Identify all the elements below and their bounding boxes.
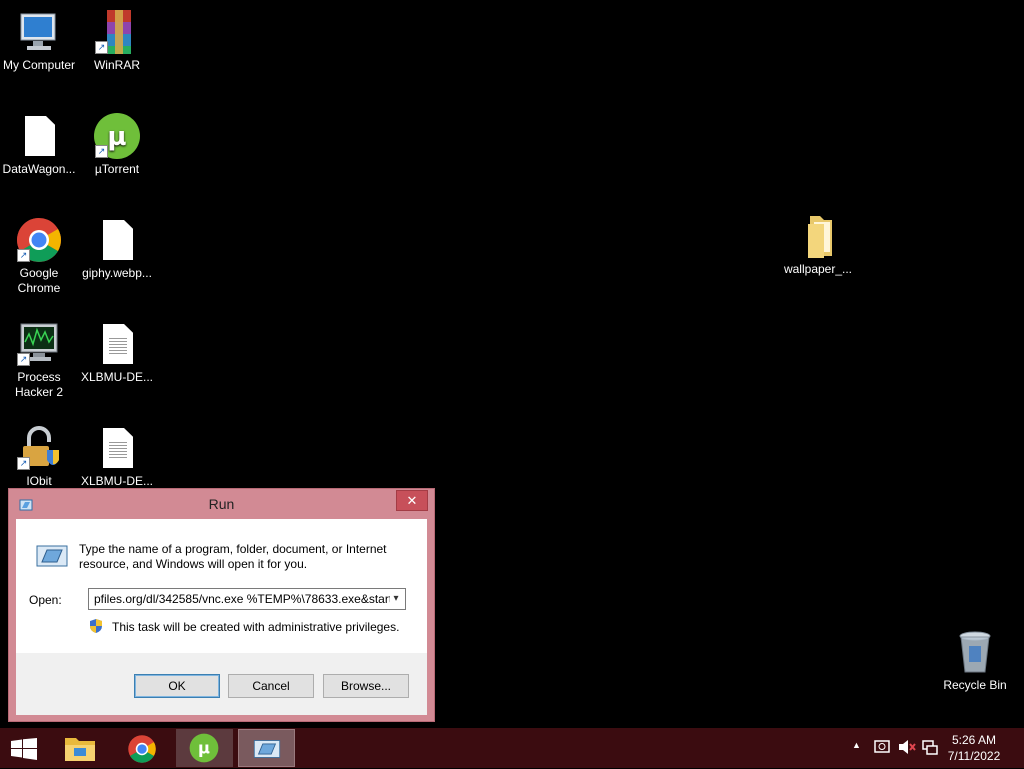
- chevron-down-icon[interactable]: ▾: [387, 589, 405, 609]
- desktop-icon-datawagon[interactable]: DataWagon...: [0, 112, 78, 177]
- desktop-icon-xlbmu-2[interactable]: XLBMU-DE...: [78, 424, 156, 489]
- open-label: Open:: [29, 593, 62, 607]
- desktop-icon-label: WinRAR: [93, 58, 140, 72]
- desktop-icon-label: My Computer: [2, 58, 76, 72]
- clock-time: 5:26 AM: [951, 733, 997, 747]
- desktop-icon-label: IObit: [26, 474, 52, 488]
- shortcut-arrow-icon: ↗: [95, 145, 108, 158]
- winrar-icon: ↗: [93, 8, 141, 56]
- run-icon: [36, 543, 68, 574]
- chrome-icon: [127, 734, 157, 769]
- shortcut-arrow-icon: ↗: [17, 249, 30, 262]
- text-file-icon: [93, 424, 141, 472]
- show-hidden-icons-icon[interactable]: ▲: [852, 740, 861, 750]
- network-status-icon[interactable]: [874, 739, 890, 760]
- recycle-bin-icon: [951, 628, 999, 676]
- taskbar-run[interactable]: [238, 729, 295, 767]
- taskbar-chrome[interactable]: [114, 729, 171, 767]
- shortcut-arrow-icon: ↗: [95, 41, 108, 54]
- shortcut-arrow-icon: ↗: [17, 353, 30, 366]
- taskbar-clock[interactable]: 5:26 AM 7/11/2022: [944, 732, 1004, 764]
- action-center-icon[interactable]: [922, 739, 938, 760]
- close-icon: ✕: [406, 493, 418, 508]
- open-combobox[interactable]: ▾: [88, 588, 406, 610]
- taskbar: µ ▲ 5:26 AM 7/11/2022: [0, 728, 1024, 768]
- clock-date: 7/11/2022: [947, 749, 1001, 763]
- start-icon: [11, 738, 37, 765]
- desktop-icon-label: µTorrent: [94, 162, 140, 176]
- text-file-icon: [93, 320, 141, 368]
- desktop-icon-google-chrome[interactable]: ↗ Google Chrome: [0, 216, 78, 296]
- desktop-icon-wallpaper[interactable]: wallpaper_...: [779, 212, 857, 277]
- blank-file-icon: [93, 216, 141, 264]
- desktop-icon-label: Google Chrome: [17, 266, 61, 295]
- blank-file-icon: [15, 112, 63, 160]
- taskbar-file-explorer[interactable]: [52, 729, 109, 767]
- run-dialog[interactable]: Run ✕ Type the name of a program, folder…: [8, 488, 435, 722]
- uac-shield-icon: [88, 618, 104, 639]
- dialog-description: Type the name of a program, folder, docu…: [79, 542, 387, 571]
- taskbar-utorrent[interactable]: µ: [176, 729, 233, 767]
- file-explorer-icon: [64, 734, 96, 767]
- desktop-icon-utorrent[interactable]: µ ↗ µTorrent: [78, 112, 156, 177]
- desktop-icon-xlbmu-1[interactable]: XLBMU-DE...: [78, 320, 156, 385]
- svg-text:µ: µ: [198, 739, 210, 758]
- desktop-icon-giphy-webp[interactable]: giphy.webp...: [78, 216, 156, 281]
- desktop-icon-my-computer[interactable]: My Computer: [0, 8, 78, 73]
- svg-text:µ: µ: [107, 122, 126, 152]
- folder-icon: [794, 212, 842, 260]
- process-hacker-icon: ↗: [15, 320, 63, 368]
- cancel-button[interactable]: Cancel: [228, 674, 314, 698]
- iobit-unlocker-icon: ↗: [15, 424, 63, 472]
- desktop-icon-label: Recycle Bin: [943, 678, 1007, 692]
- speaker-muted-icon[interactable]: [898, 739, 916, 760]
- open-input[interactable]: [89, 589, 390, 609]
- desktop-icon-process-hacker[interactable]: ↗ Process Hacker 2: [0, 320, 78, 400]
- desktop-icon-label: wallpaper_...: [783, 262, 853, 276]
- desktop-icon-label: giphy.webp...: [82, 266, 152, 280]
- shortcut-arrow-icon: ↗: [17, 457, 30, 470]
- close-button[interactable]: ✕: [396, 490, 428, 511]
- dialog-body: Type the name of a program, folder, docu…: [16, 519, 427, 715]
- desktop-icon-iobit[interactable]: ↗ IObit: [0, 424, 78, 489]
- admin-privileges-note: This task will be created with administr…: [112, 620, 400, 634]
- desktop-icon-label: DataWagon...: [2, 162, 76, 176]
- desktop-icon-recycle-bin[interactable]: Recycle Bin: [936, 628, 1014, 693]
- dialog-title: Run: [208, 496, 235, 512]
- browse-button[interactable]: Browse...: [323, 674, 409, 698]
- computer-icon: [15, 8, 63, 56]
- ok-button[interactable]: OK: [134, 674, 220, 698]
- chrome-icon: ↗: [15, 216, 63, 264]
- desktop-icon-label: XLBMU-DE...: [80, 370, 153, 384]
- desktop-icon-winrar[interactable]: ↗ WinRAR: [78, 8, 156, 73]
- utorrent-icon: µ ↗: [93, 112, 141, 160]
- desktop-icon-label: Process Hacker 2: [14, 370, 64, 399]
- desktop-icon-label: XLBMU-DE...: [80, 474, 153, 488]
- utorrent-icon: µ: [189, 733, 219, 768]
- start-button[interactable]: [0, 729, 48, 767]
- run-icon: [252, 738, 282, 765]
